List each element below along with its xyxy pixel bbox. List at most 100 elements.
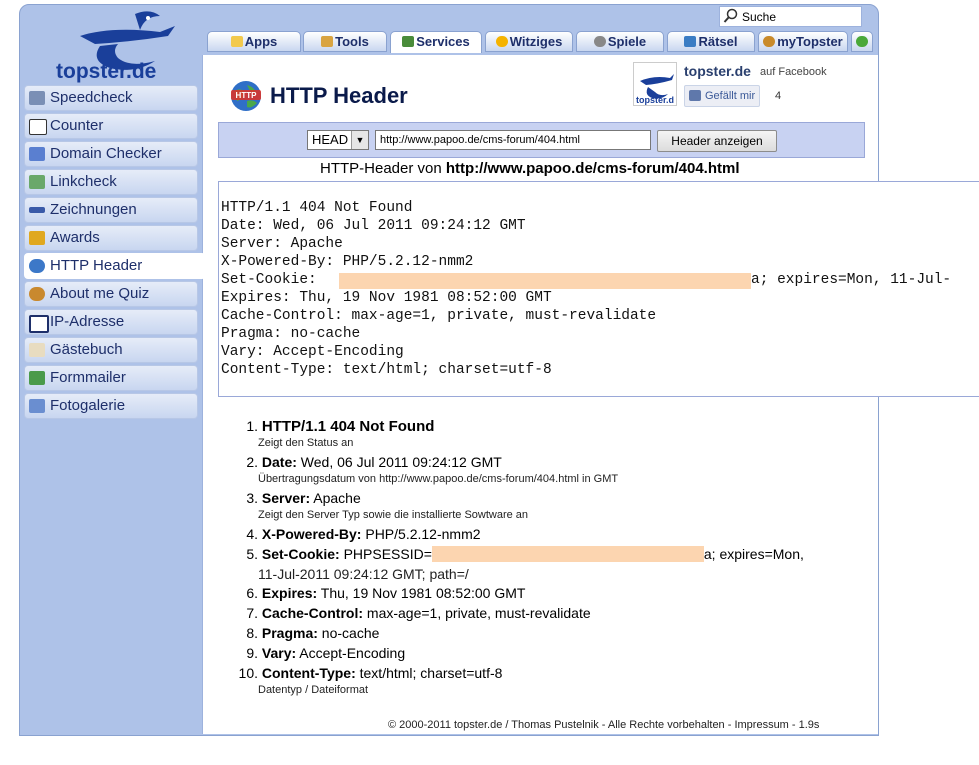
chevron-down-icon[interactable]: ▼ — [351, 131, 368, 149]
header-name: Set-Cookie: — [261, 546, 340, 562]
sidebar-item-label: Linkcheck — [50, 173, 117, 190]
sidebar-item-label: About me Quiz — [50, 285, 150, 302]
header-value: Apache — [310, 490, 361, 506]
tab-spiele[interactable]: Spiele — [576, 31, 664, 52]
sidebar-item-awards[interactable]: Awards — [24, 225, 198, 251]
header-description: Datentyp / Dateiformat — [258, 684, 369, 696]
tab-more[interactable] — [851, 31, 873, 52]
counter-icon — [29, 119, 47, 135]
result-prefix: HTTP-Header von — [320, 160, 446, 177]
trophy-icon — [29, 231, 45, 245]
header-value: Accept-Encoding — [296, 645, 406, 661]
list-item: 5. Set-Cookie: PHPSESSID= a; expires=Mon,… — [230, 546, 804, 582]
list-number: 7. — [246, 605, 258, 621]
mail-icon — [29, 371, 45, 385]
sidebar-item-label: Fotogalerie — [50, 397, 126, 414]
method-select[interactable]: HEAD ▼ — [307, 130, 369, 150]
guestbook-icon — [29, 343, 45, 357]
smiley-icon — [495, 36, 508, 47]
sidebar-item-label: Domain Checker — [50, 145, 162, 162]
header-value: PHP/5.2.12-nmm2 — [361, 526, 481, 542]
sidebar-item-zeichnungen[interactable]: Zeichnungen — [24, 197, 198, 223]
services-icon — [402, 36, 415, 47]
redaction — [431, 546, 704, 562]
sidebar-item-about-me-quiz[interactable]: About me Quiz — [24, 281, 198, 307]
facebook-page-logo[interactable]: topster.d — [633, 62, 677, 106]
list-number: 4. — [246, 526, 258, 542]
tab-mytopster[interactable]: myTopster — [758, 31, 848, 52]
header-form: HEAD ▼ http://www.papoo.de/cms-forum/404… — [218, 122, 865, 158]
list-item: 2. Date: Wed, 06 Jul 2011 09:24:12 GMT Ü… — [230, 454, 618, 485]
page-title: HTTP Header — [270, 83, 408, 108]
footer: © 2000-2011 topster.de / Thomas Pustelni… — [388, 719, 820, 731]
sidebar-item-http-header[interactable]: HTTP Header — [24, 253, 206, 279]
cookie-continuation: 11-Jul-2011 09:24:12 GMT; path=/ — [258, 566, 469, 582]
tab-raetsel[interactable]: Rätsel — [667, 31, 755, 52]
photo-icon — [29, 399, 45, 413]
tab-label: Witziges — [509, 34, 563, 49]
sidebar-item-label: IP-Adresse — [50, 313, 125, 330]
tab-label: Apps — [244, 34, 278, 49]
url-input[interactable]: http://www.papoo.de/cms-forum/404.html — [375, 130, 651, 150]
list-number: 5. — [246, 546, 258, 562]
header-value: PHPSESSID= — [339, 546, 432, 562]
header-name: Cache-Control: — [261, 605, 364, 621]
facebook-on-label[interactable]: auf Facebook — [760, 66, 827, 78]
puzzle-icon — [684, 36, 697, 47]
raw-header-line: Pragma: no-cache — [221, 326, 361, 342]
tab-services[interactable]: Services — [390, 31, 482, 53]
sidebar-item-gaestebuch[interactable]: Gästebuch — [24, 337, 198, 363]
list-item: 8. Pragma: no-cache — [230, 625, 379, 641]
result-url[interactable]: http://www.papoo.de/cms-forum/404.html — [446, 160, 740, 177]
tab-label: myTopster — [777, 34, 843, 49]
like-label: Gefällt mir — [705, 90, 756, 102]
raw-header-line: Expires: Thu, 19 Nov 1981 08:52:00 GMT — [221, 290, 552, 306]
tab-tools[interactable]: Tools — [303, 31, 387, 52]
search-input[interactable]: Suche — [719, 6, 862, 27]
logo-text[interactable]: topster.de — [56, 60, 156, 84]
redaction — [339, 273, 751, 289]
header-name: Pragma: — [261, 625, 318, 641]
facebook-page-name[interactable]: topster.de — [684, 63, 751, 79]
sidebar-item-counter[interactable]: Counter — [24, 113, 198, 139]
tab-label: Rätsel — [698, 34, 738, 49]
method-value: HEAD — [312, 132, 349, 147]
header-value: max-age=1, private, must-revalidate — [363, 605, 591, 621]
header-description: Zeigt den Server Typ sowie die installie… — [258, 509, 529, 521]
list-item: 6. Expires: Thu, 19 Nov 1981 08:52:00 GM… — [230, 585, 525, 601]
list-number: 2. — [246, 454, 258, 470]
search-icon — [723, 8, 738, 23]
sidebar-item-fotogalerie[interactable]: Fotogalerie — [24, 393, 198, 419]
sidebar-item-ip-adresse[interactable]: IP-Adresse — [24, 309, 198, 335]
sidebar-item-linkcheck[interactable]: Linkcheck — [24, 169, 198, 195]
gamepad-icon — [593, 36, 606, 47]
globe-icon — [29, 259, 45, 273]
result-heading: HTTP-Header von http://www.papoo.de/cms-… — [320, 160, 740, 177]
list-number: 1. — [246, 418, 258, 434]
list-item: 1. HTTP/1.1 404 Not Found Zeigt den Stat… — [230, 418, 434, 449]
quiz-icon — [29, 287, 45, 301]
svg-text:HTTP: HTTP — [236, 91, 258, 100]
header-name: Content-Type: — [261, 665, 356, 681]
like-button[interactable]: Gefällt mir — [684, 85, 760, 107]
folder-icon — [230, 36, 243, 47]
domain-icon — [29, 147, 45, 161]
header-name: Expires: — [261, 585, 318, 601]
header-value: Wed, 06 Jul 2011 09:24:12 GMT — [296, 454, 502, 470]
link-icon — [29, 175, 45, 189]
thumbs-up-icon — [689, 90, 701, 101]
header-name: Server: — [261, 490, 311, 506]
sidebar-item-speedcheck[interactable]: Speedcheck — [24, 85, 198, 111]
raw-header-line: X-Powered-By: PHP/5.2.12-nmm2 — [221, 254, 474, 270]
sidebar-item-formmailer[interactable]: Formmailer — [24, 365, 198, 391]
list-item: 9. Vary: Accept-Encoding — [230, 645, 405, 661]
header-name: X-Powered-By: — [261, 526, 362, 542]
header-name: Vary: — [261, 645, 297, 661]
tab-apps[interactable]: Apps — [207, 31, 301, 52]
sidebar-item-label: Gästebuch — [50, 341, 123, 358]
list-number: 8. — [246, 625, 258, 641]
sidebar-item-domain-checker[interactable]: Domain Checker — [24, 141, 198, 167]
submit-button[interactable]: Header anzeigen — [657, 130, 777, 152]
tab-witziges[interactable]: Witziges — [485, 31, 573, 52]
tools-icon — [321, 36, 334, 47]
